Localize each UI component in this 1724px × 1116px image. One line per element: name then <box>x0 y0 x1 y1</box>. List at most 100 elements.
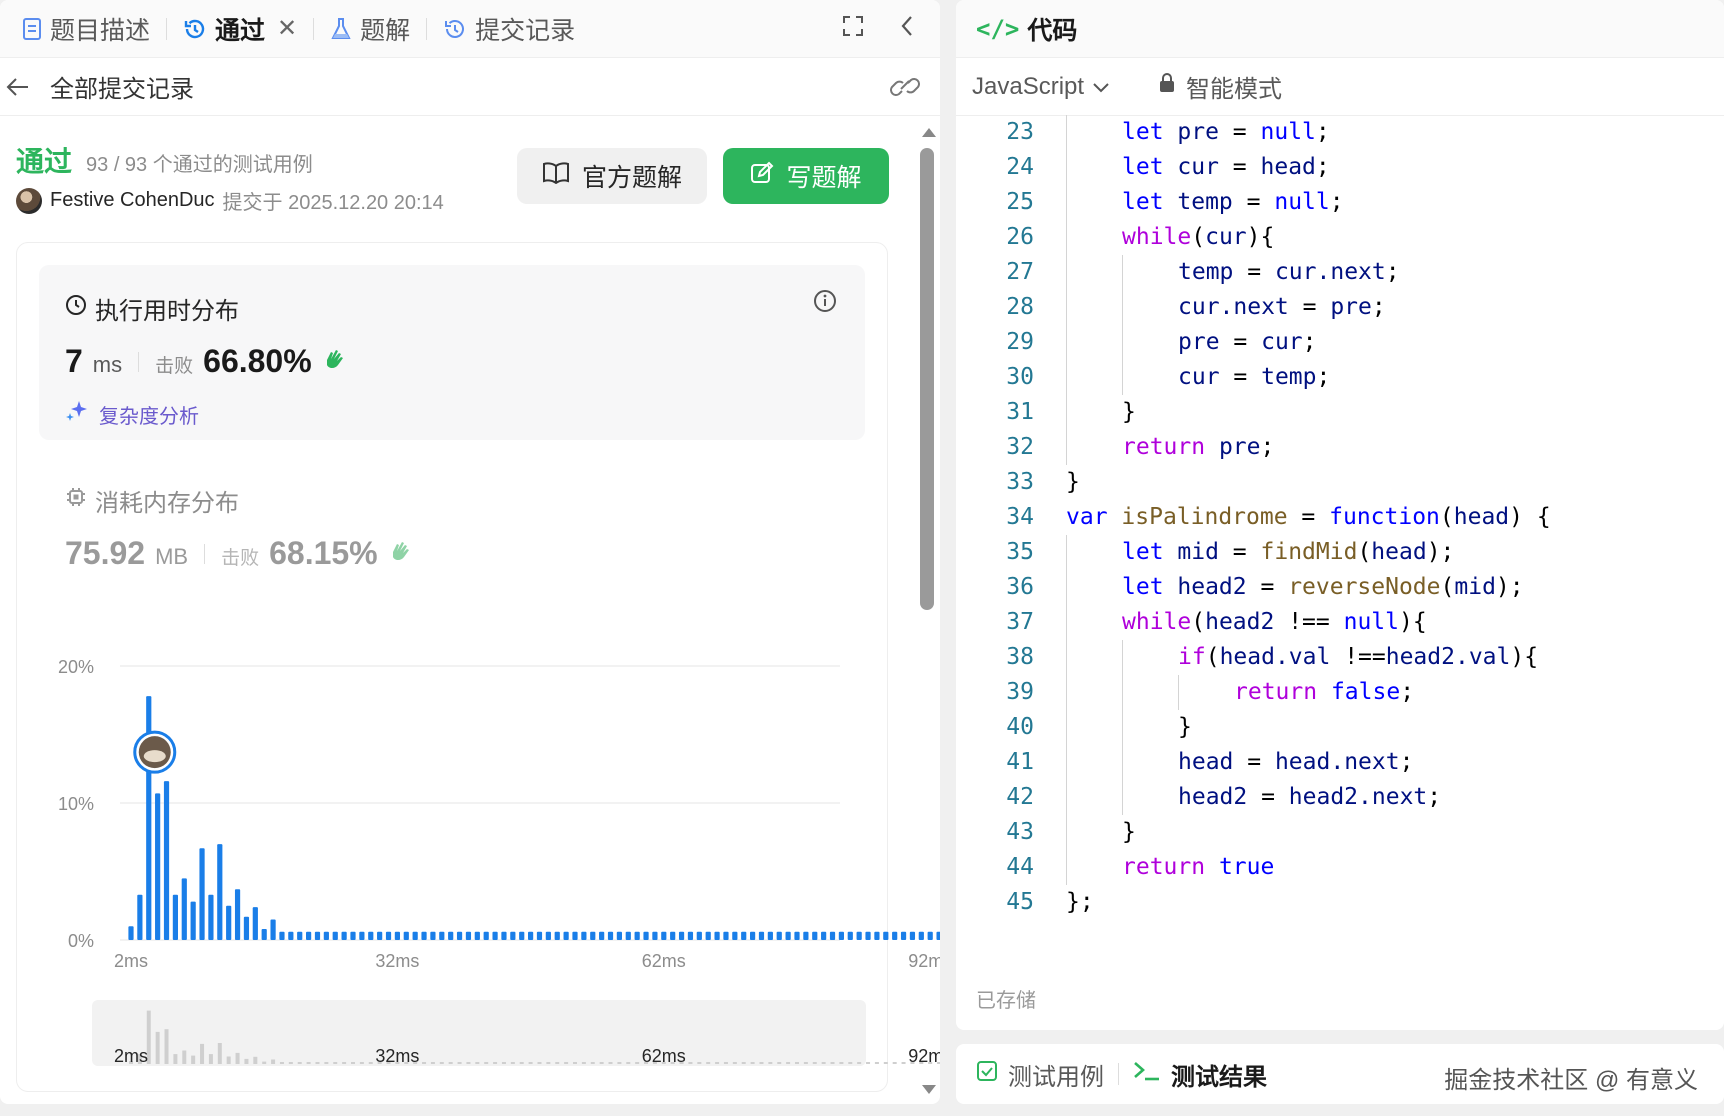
mini-bar <box>590 1062 595 1064</box>
mini-bar <box>688 1062 693 1064</box>
mini-bar <box>777 1062 782 1064</box>
mini-bar <box>759 1062 764 1064</box>
code-line: 29 pre = cur; <box>956 325 1724 360</box>
code-line: 41 head = head.next; <box>956 745 1724 780</box>
code-text: let cur = head; <box>1122 154 1330 180</box>
mini-bar <box>173 1054 178 1064</box>
code-line: 27 temp = cur.next; <box>956 255 1724 290</box>
line-number: 35 <box>1006 539 1034 565</box>
line-number: 45 <box>1006 889 1034 915</box>
indent-guide <box>1122 255 1123 290</box>
mini-bar <box>883 1062 888 1064</box>
mini-bar <box>741 1062 746 1064</box>
line-number: 28 <box>1006 294 1034 320</box>
code-line: 28 cur.next = pre; <box>956 290 1724 325</box>
mini-distribution-chart: 2ms 32ms 62ms 92ms <box>114 1010 940 1066</box>
mini-bar <box>493 1062 498 1064</box>
indent-guide <box>1066 255 1067 290</box>
mini-bar <box>528 1062 533 1064</box>
line-number: 29 <box>1006 329 1034 355</box>
tab-divider <box>1118 1063 1119 1085</box>
line-number: 33 <box>1006 469 1034 495</box>
indent-guide <box>1066 675 1067 710</box>
code-line: 44 return true <box>956 850 1724 885</box>
mini-bar <box>333 1062 338 1064</box>
mini-bar <box>874 1062 879 1064</box>
code-panel-header: </> 代码 <box>956 0 1724 58</box>
mini-bar <box>501 1062 506 1064</box>
mini-bar <box>723 1062 728 1064</box>
mini-bar <box>155 1031 160 1064</box>
code-text: return false; <box>1234 679 1415 705</box>
code-text: return pre; <box>1122 434 1275 460</box>
mini-bar <box>351 1062 355 1064</box>
app-root: 题目描述 通过 ✕ 题解 提交记录 全部提交记录 通过 93 / 93 个通过的… <box>0 0 1724 1116</box>
mini-bar <box>715 1062 720 1064</box>
indent-guide <box>1066 115 1067 150</box>
indent-guide <box>1066 780 1067 815</box>
code-line: 31} <box>956 395 1724 430</box>
indent-guide <box>1066 185 1067 220</box>
tab-label: 测试用例 <box>1008 1063 1104 1091</box>
line-number: 26 <box>1006 224 1034 250</box>
indent-guide <box>1122 640 1123 675</box>
smart-mode-toggle[interactable]: 智能模式 <box>1158 69 1282 104</box>
checkbox-icon <box>976 1060 998 1089</box>
indent-guide <box>1066 430 1067 465</box>
console-tab-bar: 测试用例 测试结果 掘金技术社区 @ 有意义 <box>956 1044 1724 1104</box>
mini-x-tick-label: 2ms <box>114 1046 148 1066</box>
code-text: let pre = null; <box>1122 119 1330 145</box>
mini-bar <box>439 1062 444 1064</box>
tab-test-results[interactable]: 测试结果 <box>1133 1057 1267 1092</box>
indent-guide <box>1122 675 1123 710</box>
mini-bar <box>803 1062 808 1064</box>
line-number: 24 <box>1006 154 1034 180</box>
editor-toolbar: JavaScript 智能模式 <box>956 58 1724 116</box>
indent-guide <box>1122 780 1123 815</box>
indent-guide <box>1122 360 1123 395</box>
mini-bar <box>821 1062 826 1064</box>
line-number: 31 <box>1006 399 1034 425</box>
mini-bar <box>200 1043 205 1064</box>
tab-label: 测试结果 <box>1171 1063 1267 1091</box>
code-icon: </> <box>976 14 1020 43</box>
mini-bar <box>164 1029 169 1064</box>
language-select[interactable]: JavaScript <box>972 73 1110 101</box>
mini-bar <box>546 1062 551 1064</box>
indent-guide <box>1066 605 1067 640</box>
tab-test-cases[interactable]: 测试用例 <box>976 1057 1104 1092</box>
code-text: } <box>1066 469 1080 495</box>
line-number: 37 <box>1006 609 1034 635</box>
indent-guide <box>1066 850 1067 885</box>
mini-bar <box>839 1062 844 1064</box>
line-number: 39 <box>1006 679 1034 705</box>
mini-bar <box>253 1056 258 1064</box>
indent-guide <box>1122 290 1123 325</box>
line-number: 41 <box>1006 749 1034 775</box>
indent-guide <box>1066 220 1067 255</box>
mini-x-tick-label: 92ms <box>908 1046 940 1066</box>
saved-status: 已存储 <box>976 990 1036 1012</box>
mini-bar <box>484 1062 489 1064</box>
code-text: }; <box>1066 889 1094 915</box>
mini-bar <box>217 1043 222 1064</box>
mini-bar <box>271 1059 276 1064</box>
code-text: head = head.next; <box>1178 749 1414 775</box>
smart-mode-label: 智能模式 <box>1186 76 1283 103</box>
indent-guide <box>1122 745 1123 780</box>
code-text: let temp = null; <box>1122 189 1344 215</box>
code-editor[interactable]: 23 let pre = null; 24 let cur = head; 25 let … <box>956 115 1724 915</box>
mini-bar <box>430 1062 435 1064</box>
line-number: 38 <box>1006 644 1034 670</box>
code-line: 40} <box>956 710 1724 745</box>
code-text: while(head2 !== null){ <box>1122 609 1427 635</box>
line-number: 36 <box>1006 574 1034 600</box>
indent-guide <box>1122 710 1123 745</box>
mini-bar <box>564 1062 569 1064</box>
code-text: cur = temp; <box>1178 364 1331 390</box>
indent-guide <box>1066 710 1067 745</box>
code-text: var isPalindrome = function(head) { <box>1066 504 1551 530</box>
mini-bar <box>848 1062 853 1064</box>
code-line: 35 let mid = findMid(head); <box>956 535 1724 570</box>
mini-bar <box>191 1055 196 1064</box>
